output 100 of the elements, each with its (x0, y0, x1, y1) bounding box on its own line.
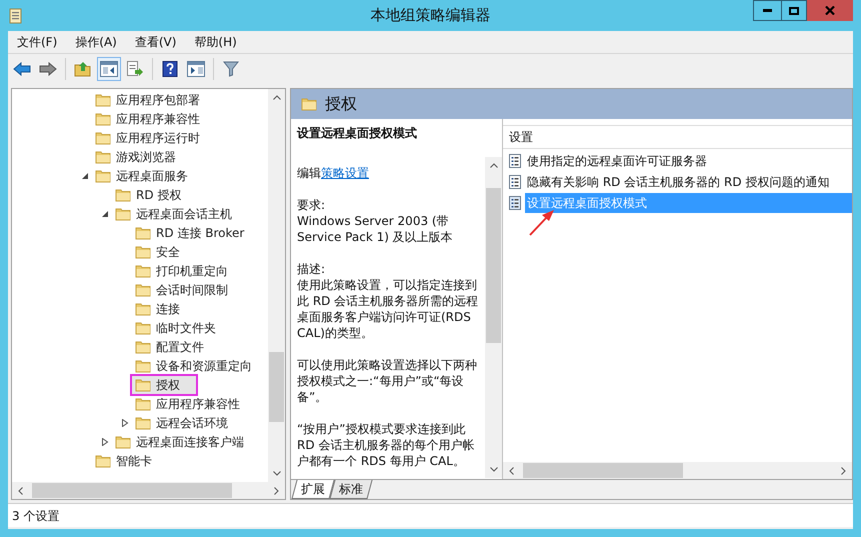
folder-icon (95, 112, 111, 126)
tree-item-label: 应用程序兼容性 (116, 110, 200, 128)
scroll-right-icon[interactable] (274, 486, 279, 494)
tree-item[interactable]: 应用程序兼容性 (132, 394, 256, 412)
view-tab[interactable]: 扩展 (291, 480, 335, 499)
scroll-left-icon[interactable] (509, 466, 514, 474)
tree-item-label: 应用程序运行时 (116, 130, 200, 146)
scroll-right-icon[interactable] (841, 466, 846, 474)
close-button[interactable] (807, 0, 853, 21)
menu-item[interactable]: 文件(F) (17, 33, 58, 51)
tree-item[interactable]: 智能卡 (92, 452, 168, 470)
setting-row[interactable]: 使用指定的远程桌面许可证服务器 (525, 150, 852, 170)
minimize-button[interactable] (753, 0, 781, 21)
folder-icon (135, 340, 151, 354)
folder-icon (135, 320, 151, 334)
folder-icon (115, 206, 131, 220)
tree-item[interactable]: 配置文件 (132, 338, 220, 356)
window-title: 本地组策略编辑器 (370, 5, 490, 26)
tree-item[interactable]: 应用程序包部署 (92, 90, 216, 108)
close-icon (825, 6, 835, 15)
tree-item[interactable]: RD 连接 Broker (132, 224, 260, 242)
setting-icon (509, 196, 521, 210)
tree-pane-icon[interactable] (97, 57, 121, 81)
tree-item[interactable]: 连接 (132, 300, 196, 318)
tree-item-label: 安全 (156, 244, 180, 260)
menu-item[interactable]: 查看(V) (134, 33, 176, 51)
tree-item[interactable]: RD 授权 (112, 186, 198, 204)
tree-item[interactable]: 临时文件夹 (132, 318, 232, 336)
menu-item[interactable]: 操作(A) (75, 33, 117, 51)
collapse-arrow-icon[interactable] (101, 210, 109, 218)
tree-item[interactable]: 授权 (132, 376, 196, 394)
description-label: 描述: (297, 261, 326, 277)
folder-icon (135, 358, 151, 372)
scrollbar-thumb[interactable] (523, 463, 683, 478)
folder-icon (95, 150, 111, 164)
horizontal-scrollbar[interactable] (12, 482, 285, 499)
tree-item-label: 设备和资源重定向 (156, 358, 252, 374)
policy-title: 设置远程桌面授权模式 (297, 125, 418, 141)
app-icon (9, 8, 23, 24)
tree-item[interactable]: 安全 (132, 242, 196, 260)
tree-item-label: 游戏浏览器 (116, 148, 176, 166)
expand-arrow-icon[interactable] (121, 418, 129, 426)
tree-item[interactable]: 远程桌面会话主机 (112, 204, 248, 222)
folder-icon (301, 97, 317, 111)
tree-item-label: 远程桌面会话主机 (136, 206, 232, 222)
setting-icon (509, 154, 521, 168)
folder-icon (135, 282, 151, 296)
policy-settings-link[interactable]: 策略设置 (321, 165, 369, 181)
tree-item[interactable]: 打印机重定向 (132, 262, 244, 280)
scrollbar-thumb[interactable] (32, 483, 232, 498)
tree-item[interactable]: 远程会话环境 (132, 414, 244, 432)
folder-icon (115, 434, 131, 448)
maximize-icon (789, 6, 799, 14)
scroll-up-icon[interactable] (490, 163, 498, 168)
tree-item-label: RD 授权 (136, 186, 182, 204)
folder-icon (115, 188, 131, 202)
description-paragraph: 可以使用此策略设置选择以下两种授权模式之一:“每用户”或“每设备”。 (297, 357, 478, 405)
status-bar: 3 个设置 (8, 503, 853, 527)
description-paragraph: 使用此策略设置，可以指定连接到此 RD 会话主机服务器所需的远程桌面服务客户端访问许可证(RDS CAL)的类型。 (297, 277, 480, 341)
folder-icon (135, 226, 151, 240)
menu-item[interactable]: 帮助(H) (194, 33, 237, 51)
setting-row[interactable]: 隐藏有关影响 RD 会话主机服务器的 RD 授权问题的通知 (525, 172, 852, 192)
scroll-down-icon[interactable] (490, 467, 498, 472)
scroll-down-icon[interactable] (272, 471, 280, 476)
minimize-icon (763, 9, 772, 12)
horizontal-scrollbar[interactable] (503, 462, 852, 479)
tree-item[interactable]: 设备和资源重定向 (132, 356, 268, 374)
folder-icon (95, 92, 111, 106)
vertical-scrollbar[interactable] (485, 157, 502, 478)
header-title: 授权 (325, 93, 357, 115)
tree-item[interactable]: 远程桌面服务 (92, 166, 204, 184)
expand-arrow-icon[interactable] (101, 438, 109, 446)
tree-item[interactable]: 游戏浏览器 (92, 148, 192, 166)
view-tab[interactable]: 标准 (329, 480, 373, 499)
folder-icon (135, 378, 151, 392)
requirements-text: Windows Server 2003 (带 Service Pack 1) 及以上版本 (297, 213, 454, 245)
tree-item[interactable]: 应用程序运行时 (92, 128, 216, 146)
tree-item-label: 应用程序包部署 (116, 92, 200, 108)
scrollbar-thumb[interactable] (486, 188, 501, 343)
scroll-left-icon[interactable] (18, 486, 23, 494)
tree-item-label: 智能卡 (116, 452, 152, 470)
tree-item-label: 会话时间限制 (156, 282, 228, 298)
tree-item-label: 远程桌面连接客户端 (136, 434, 244, 450)
scrollbar-thumb[interactable] (269, 352, 284, 422)
scroll-up-icon[interactable] (272, 95, 280, 100)
column-header[interactable]: 设置 (503, 125, 852, 149)
requirements-label: 要求: (297, 197, 326, 213)
tree-item[interactable]: 会话时间限制 (132, 280, 244, 298)
tree-item-label: 连接 (156, 300, 180, 318)
tree-item-label: 配置文件 (156, 338, 204, 356)
folder-icon (135, 302, 151, 316)
collapse-arrow-icon[interactable] (81, 172, 89, 180)
folder-icon (135, 264, 151, 278)
tree-item[interactable]: 远程桌面连接客户端 (112, 432, 260, 450)
tree-item[interactable]: 应用程序兼容性 (92, 110, 216, 128)
tree-item-label: 打印机重定向 (156, 262, 228, 280)
tree-item-label: 应用程序兼容性 (156, 396, 240, 412)
vertical-scrollbar[interactable] (268, 89, 285, 482)
folder-icon (95, 130, 111, 144)
tree-item-label: 临时文件夹 (156, 320, 216, 336)
